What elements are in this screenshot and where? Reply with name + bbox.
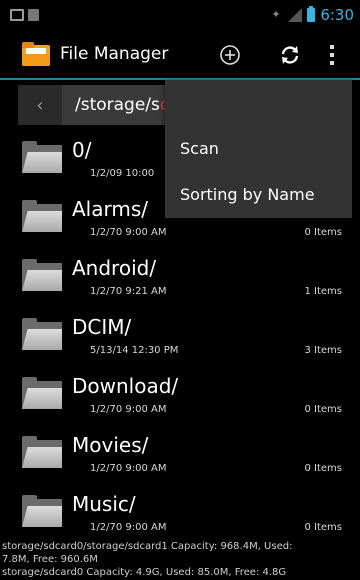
storage-info-line: 7.8M, Free: 960.6M [2,554,98,565]
folder-item-count: 0 Items [304,404,342,415]
folder-name: Movies/ [72,433,149,457]
folder-date: 1/2/70 9:00 AM [90,522,167,533]
folder-icon [22,436,62,468]
folder-icon [22,259,62,291]
folder-date: 1/2/70 9:21 AM [90,286,167,297]
folder-name: Alarms/ [72,197,149,221]
folder-item-count: 0 Items [304,463,342,474]
folder-item-count: 0 Items [304,522,342,533]
menu-item-blank[interactable] [165,80,352,126]
folder-icon [22,495,62,527]
image-notification-icon [10,9,24,21]
app-title: File Manager [60,44,169,64]
folder-name: Download/ [72,374,179,398]
storage-notification-icon [28,9,39,21]
signal-icon [288,8,303,22]
menu-item-sort[interactable]: Sorting by Name [165,172,352,218]
add-circle-icon [220,45,240,65]
action-bar: File Manager [0,30,360,80]
list-item[interactable]: Download/ 1/2/70 9:00 AM 0 Items [0,366,360,427]
path-prefix: /storage/s [75,95,160,115]
folder-date: 1/2/70 9:00 AM [90,227,167,238]
folder-date: 1/2/70 9:00 AM [90,404,167,415]
usb-icon: ✦ [271,8,281,21]
status-icons: ✦ 6:30 [271,6,354,24]
folder-app-icon [22,42,50,66]
storage-info-line: storage/sdcard0/storage/sdcard1 Capacity… [2,541,293,552]
notification-icons [10,9,39,21]
current-path: /storage/sd [75,95,171,115]
folder-date: 1/2/70 9:00 AM [90,463,167,474]
add-button[interactable] [214,39,246,71]
storage-info: storage/sdcard0/storage/sdcard1 Capacity… [0,540,360,579]
folder-name: 0/ [72,138,92,162]
folder-icon [22,200,62,232]
folder-name: DCIM/ [72,315,132,339]
folder-item-count: 1 Items [304,286,342,297]
folder-icon [22,377,62,409]
chevron-left-icon: ‹ [36,94,44,116]
folder-name: Android/ [72,256,157,280]
folder-item-count: 3 Items [304,345,342,356]
menu-item-label: Scan [180,139,219,158]
more-vert-icon [330,45,334,65]
storage-info-line: storage/sdcard0 Capacity: 4.9G, Used: 85… [2,567,287,578]
path-back-button[interactable]: ‹ [18,85,62,125]
folder-item-count: 0 Items [304,227,342,238]
folder-icon [22,141,62,173]
overflow-menu-button[interactable] [320,39,344,71]
folder-icon [22,318,62,350]
list-item[interactable]: DCIM/ 5/13/14 12:30 PM 3 Items [0,307,360,368]
clock: 6:30 [320,6,354,24]
folder-date: 5/13/14 12:30 PM [90,345,179,356]
refresh-button[interactable] [274,39,306,71]
menu-item-scan[interactable]: Scan [165,126,352,172]
list-item[interactable]: Android/ 1/2/70 9:21 AM 1 Items [0,248,360,309]
status-bar: ✦ 6:30 [0,0,360,30]
folder-name: Music/ [72,492,136,516]
list-item[interactable]: Movies/ 1/2/70 9:00 AM 0 Items [0,425,360,486]
overflow-menu: Scan Sorting by Name [165,80,352,218]
menu-item-label: Sorting by Name [180,185,315,204]
battery-icon [307,6,316,22]
list-item[interactable]: Music/ 1/2/70 9:00 AM 0 Items [0,484,360,545]
folder-date: 1/2/09 10:00 [90,168,155,179]
refresh-icon [281,46,299,64]
